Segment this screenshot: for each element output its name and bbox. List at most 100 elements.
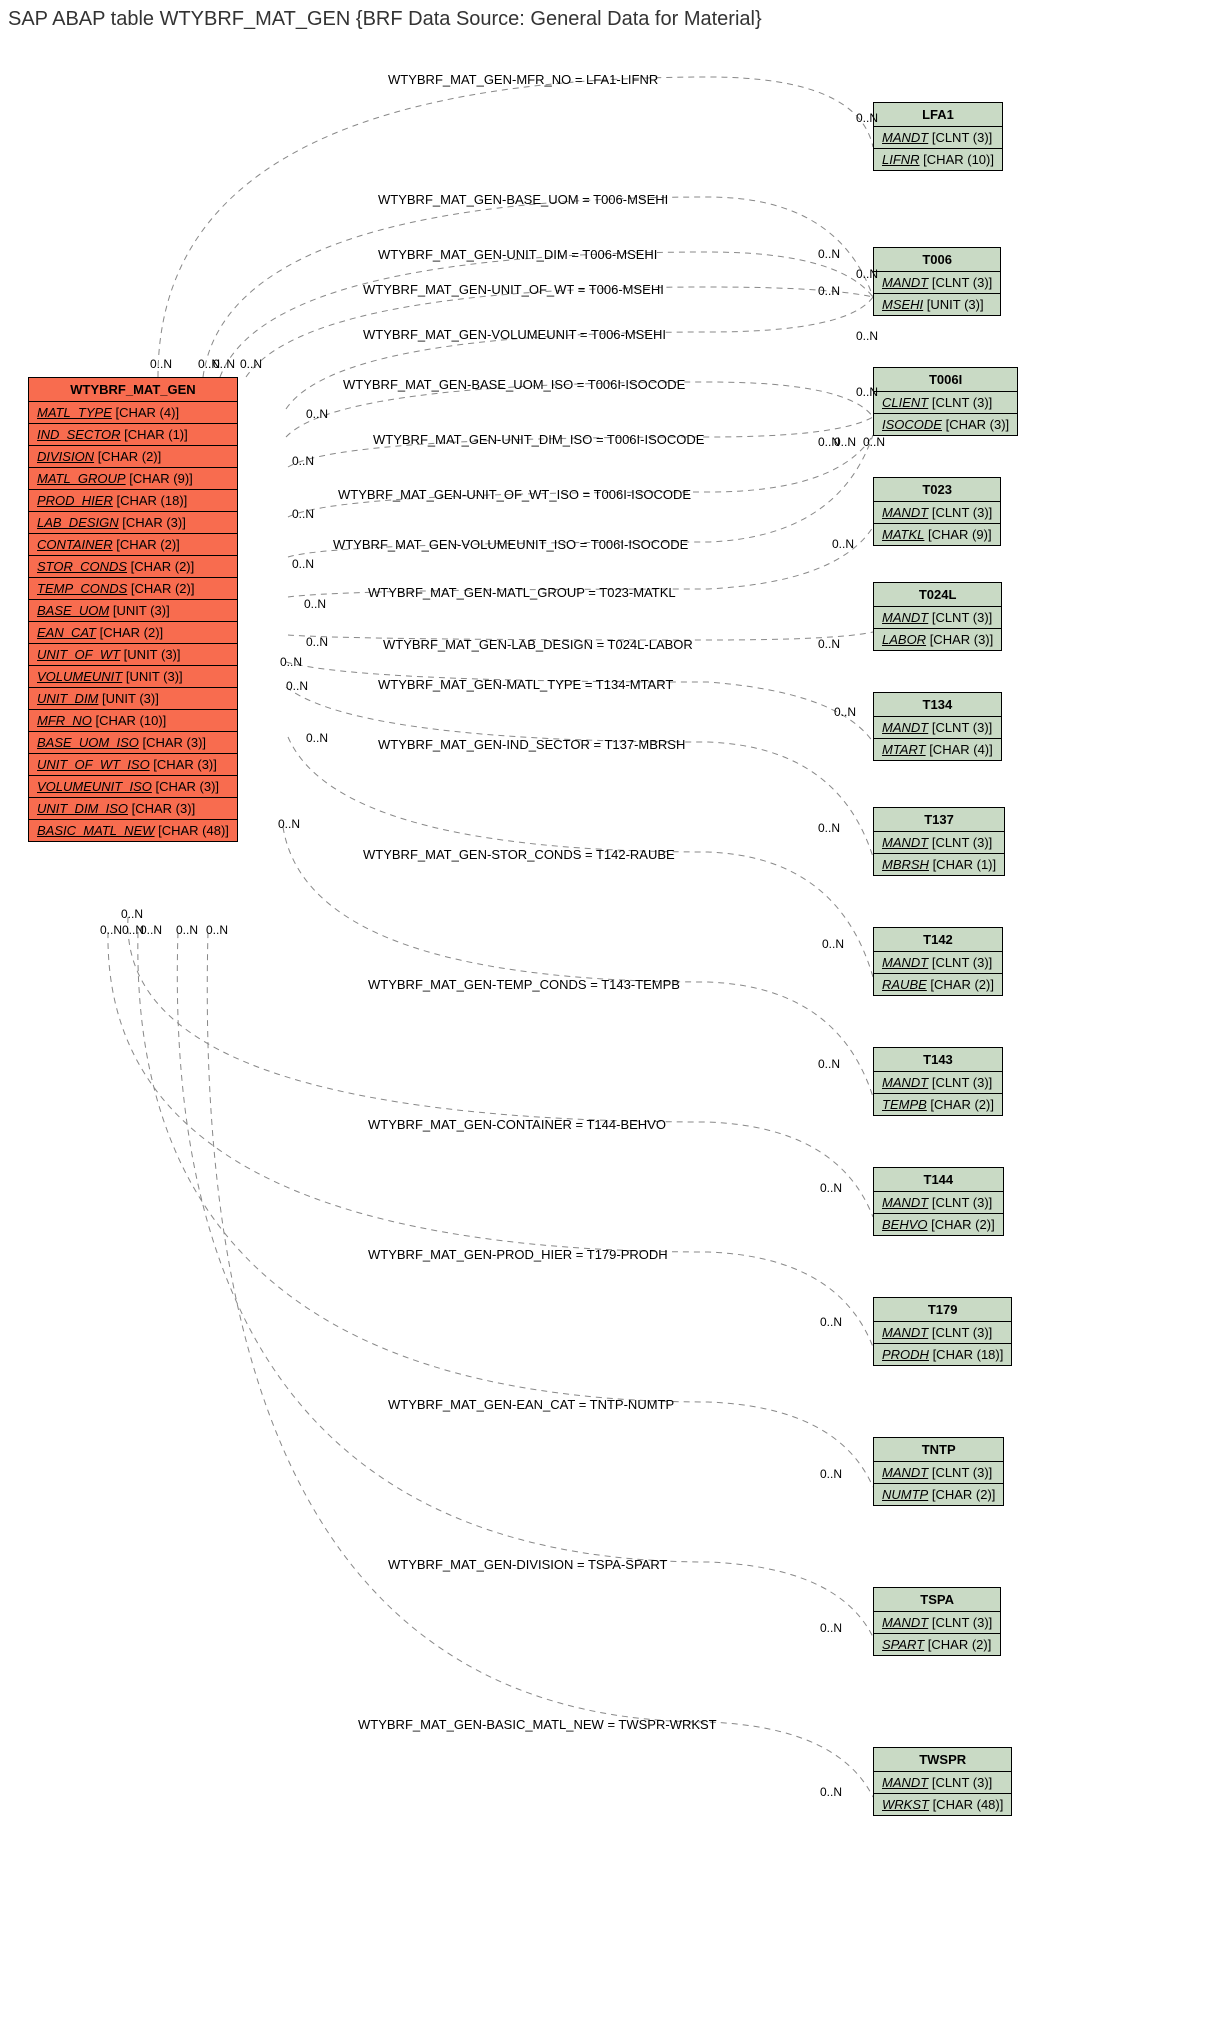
relation-label: WTYBRF_MAT_GEN-PROD_HIER = T179-PRODH: [368, 1247, 668, 1262]
field-name: DIVISION: [37, 449, 94, 464]
entity-tntp: TNTPMANDT [CLNT (3)]NUMTP [CHAR (2)]: [873, 1437, 1004, 1506]
field-type: [CLNT (3)]: [928, 505, 992, 520]
entity-field: IND_SECTOR [CHAR (1)]: [29, 424, 237, 446]
relation-label: WTYBRF_MAT_GEN-BASIC_MATL_NEW = TWSPR-WR…: [358, 1717, 717, 1732]
entity-field: MANDT [CLNT (3)]: [874, 1462, 1003, 1484]
field-name: TEMPB: [882, 1097, 927, 1112]
entity-twspr: TWSPRMANDT [CLNT (3)]WRKST [CHAR (48)]: [873, 1747, 1012, 1816]
field-name: LAB_DESIGN: [37, 515, 119, 530]
cardinality-label: 0..N: [818, 1057, 840, 1071]
cardinality-label: 0..N: [818, 247, 840, 261]
field-name: MANDT: [882, 275, 928, 290]
field-type: [CHAR (10)]: [92, 713, 166, 728]
cardinality-label: 0..N: [292, 507, 314, 521]
relation-label: WTYBRF_MAT_GEN-CONTAINER = T144-BEHVO: [368, 1117, 666, 1132]
field-type: [CHAR (9)]: [924, 527, 991, 542]
entity-t144: T144MANDT [CLNT (3)]BEHVO [CHAR (2)]: [873, 1167, 1004, 1236]
field-type: [CLNT (3)]: [928, 1325, 992, 1340]
entity-field: WRKST [CHAR (48)]: [874, 1794, 1011, 1815]
cardinality-label: 0..N: [150, 357, 172, 371]
field-name: MANDT: [882, 1615, 928, 1630]
entity-t024l: T024LMANDT [CLNT (3)]LABOR [CHAR (3)]: [873, 582, 1002, 651]
field-type: [UNIT (3)]: [122, 669, 182, 684]
entity-field: MANDT [CLNT (3)]: [874, 502, 1000, 524]
entity-field: DIVISION [CHAR (2)]: [29, 446, 237, 468]
entity-header: TSPA: [874, 1588, 1000, 1612]
field-name: SPART: [882, 1637, 924, 1652]
relation-label: WTYBRF_MAT_GEN-EAN_CAT = TNTP-NUMTP: [388, 1397, 674, 1412]
field-name: BEHVO: [882, 1217, 928, 1232]
entity-field: MANDT [CLNT (3)]: [874, 952, 1002, 974]
entity-field: TEMPB [CHAR (2)]: [874, 1094, 1002, 1115]
field-type: [UNIT (3)]: [120, 647, 180, 662]
field-type: [CHAR (9)]: [126, 471, 193, 486]
field-name: MANDT: [882, 1075, 928, 1090]
entity-lfa1: LFA1MANDT [CLNT (3)]LIFNR [CHAR (10)]: [873, 102, 1003, 171]
field-type: [UNIT (3)]: [923, 297, 983, 312]
entity-header: T142: [874, 928, 1002, 952]
entity-tspa: TSPAMANDT [CLNT (3)]SPART [CHAR (2)]: [873, 1587, 1001, 1656]
field-type: [CHAR (3)]: [152, 779, 219, 794]
field-name: LIFNR: [882, 152, 920, 167]
entity-field: LABOR [CHAR (3)]: [874, 629, 1001, 650]
field-type: [UNIT (3)]: [98, 691, 158, 706]
relation-label: WTYBRF_MAT_GEN-IND_SECTOR = T137-MBRSH: [378, 737, 685, 752]
field-type: [CHAR (2)]: [928, 1217, 995, 1232]
entity-field: PRODH [CHAR (18)]: [874, 1344, 1011, 1365]
entity-field: VOLUMEUNIT [UNIT (3)]: [29, 666, 237, 688]
field-type: [CHAR (2)]: [924, 1637, 991, 1652]
entity-field: STOR_CONDS [CHAR (2)]: [29, 556, 237, 578]
entity-field: PROD_HIER [CHAR (18)]: [29, 490, 237, 512]
field-type: [CHAR (18)]: [113, 493, 187, 508]
field-type: [CHAR (2)]: [127, 559, 194, 574]
cardinality-label: 0..N: [176, 923, 198, 937]
entity-field: VOLUMEUNIT_ISO [CHAR (3)]: [29, 776, 237, 798]
relation-label: WTYBRF_MAT_GEN-UNIT_DIM_ISO = T006I-ISOC…: [373, 432, 704, 447]
entity-field: MFR_NO [CHAR (10)]: [29, 710, 237, 732]
field-name: CONTAINER: [37, 537, 113, 552]
entity-field: MANDT [CLNT (3)]: [874, 1772, 1011, 1794]
field-name: MANDT: [882, 505, 928, 520]
entity-field: MBRSH [CHAR (1)]: [874, 854, 1004, 875]
entity-field: UNIT_OF_WT [UNIT (3)]: [29, 644, 237, 666]
field-type: [CLNT (3)]: [928, 275, 992, 290]
field-type: [CHAR (2)]: [127, 581, 194, 596]
entity-header: T179: [874, 1298, 1011, 1322]
relation-label: WTYBRF_MAT_GEN-BASE_UOM_ISO = T006I-ISOC…: [343, 377, 685, 392]
entity-header: T137: [874, 808, 1004, 832]
field-name: RAUBE: [882, 977, 927, 992]
field-type: [CHAR (2)]: [928, 1487, 995, 1502]
entity-field: MATL_GROUP [CHAR (9)]: [29, 468, 237, 490]
field-name: MATL_GROUP: [37, 471, 126, 486]
field-name: ISOCODE: [882, 417, 942, 432]
cardinality-label: 0..N: [822, 937, 844, 951]
entity-field: BASE_UOM_ISO [CHAR (3)]: [29, 732, 237, 754]
page-title: SAP ABAP table WTYBRF_MAT_GEN {BRF Data …: [8, 8, 1223, 31]
entity-field: LIFNR [CHAR (10)]: [874, 149, 1002, 170]
field-type: [CHAR (3)]: [128, 801, 195, 816]
entity-t134: T134MANDT [CLNT (3)]MTART [CHAR (4)]: [873, 692, 1002, 761]
entity-field: UNIT_DIM_ISO [CHAR (3)]: [29, 798, 237, 820]
field-type: [UNIT (3)]: [109, 603, 169, 618]
field-type: [CLNT (3)]: [928, 955, 992, 970]
field-name: STOR_CONDS: [37, 559, 127, 574]
field-name: MTART: [882, 742, 926, 757]
cardinality-label: 0..N: [820, 1785, 842, 1799]
entity-t143: T143MANDT [CLNT (3)]TEMPB [CHAR (2)]: [873, 1047, 1003, 1116]
entity-t179: T179MANDT [CLNT (3)]PRODH [CHAR (18)]: [873, 1297, 1012, 1366]
field-type: [CHAR (3)]: [942, 417, 1009, 432]
field-type: [CLNT (3)]: [928, 1075, 992, 1090]
entity-field: MANDT [CLNT (3)]: [874, 832, 1004, 854]
field-name: IND_SECTOR: [37, 427, 121, 442]
relation-label: WTYBRF_MAT_GEN-LAB_DESIGN = T024L-LABOR: [383, 637, 693, 652]
field-type: [CLNT (3)]: [928, 130, 992, 145]
entity-t006i: T006ICLIENT [CLNT (3)]ISOCODE [CHAR (3)]: [873, 367, 1018, 436]
entity-field: ISOCODE [CHAR (3)]: [874, 414, 1017, 435]
entity-field: EAN_CAT [CHAR (2)]: [29, 622, 237, 644]
cardinality-label: 0..N: [306, 731, 328, 745]
cardinality-label: 0..N: [304, 597, 326, 611]
entity-field: MTART [CHAR (4)]: [874, 739, 1001, 760]
cardinality-label: 0..N: [820, 1467, 842, 1481]
relation-label: WTYBRF_MAT_GEN-TEMP_CONDS = T143-TEMPB: [368, 977, 680, 992]
cardinality-label: 0..N: [820, 1621, 842, 1635]
